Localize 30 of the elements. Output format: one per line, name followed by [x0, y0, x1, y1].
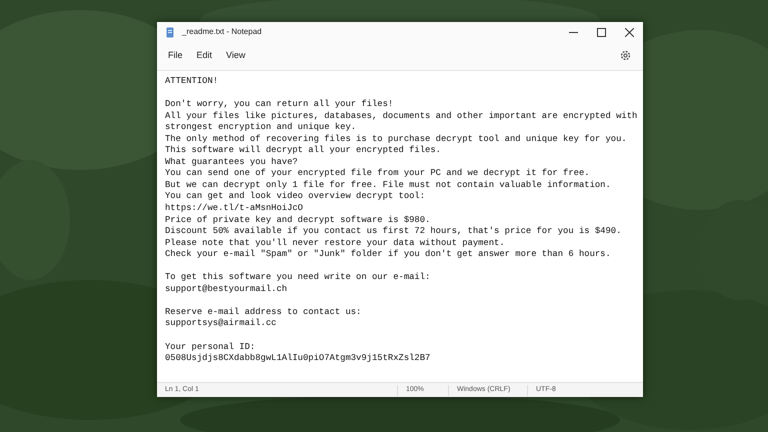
text-line: support@bestyourmail.ch: [165, 284, 288, 296]
notepad-icon: [166, 26, 174, 38]
menu-item[interactable]: File: [161, 47, 190, 65]
text-line: strongest encryption and unique key.: [165, 122, 356, 134]
menu-item[interactable]: Edit: [190, 47, 220, 65]
text-line: Your personal ID:: [165, 342, 256, 354]
text-area[interactable]: [157, 70, 643, 382]
text-line: The only method of recovering files is to purchase decrypt tool and unique key for you.: [165, 134, 627, 146]
text-line: To get this software you need write on our e-mail:: [165, 272, 430, 284]
maximize-icon: [596, 28, 606, 36]
text-line: Price of private key and decrypt software is $980.: [165, 214, 430, 226]
text-line: You can send one of your encrypted file from your PC and we decrypt it for free.: [165, 168, 590, 180]
settings-icon[interactable]: [620, 50, 631, 62]
text-line: Reserve e-mail address to contact us:: [165, 306, 362, 318]
text-line: 0508Usjdjs8CXdabb8gwL1AlIu0piO7Atgm3v9j15tRxZsl2B7: [165, 353, 430, 365]
text-line: Don't worry, you can return all your files!: [165, 99, 394, 111]
text-line: What guarantees you have?: [165, 156, 298, 168]
text-line: Check your e-mail "Spam" or "Junk" folder if you don't get answer more than 6 hours.: [165, 249, 611, 261]
text-line: You can get and look video overview decrypt tool:: [165, 191, 426, 204]
text-line: But we can decrypt only 1 file for free. File must not contain valuable information.: [165, 180, 611, 192]
window-title: _readme.txt - Notepad: [182, 26, 262, 38]
menu-item[interactable]: View: [219, 47, 252, 65]
text-line: https://we.tl/t-aMsnHoiJcO: [165, 203, 303, 215]
text-line: ATTENTION!: [165, 76, 218, 88]
text-line: Please note that you'll never restore your data without payment.: [165, 238, 505, 250]
text-line: This software will decrypt all your encrypted files.: [165, 145, 441, 157]
text-line: Discount 50% available if you contact us first 72 hours, that's price for you is $490.: [165, 226, 622, 238]
text-line: All your files like pictures, databases, documents and other important are encrypted with: [165, 110, 638, 122]
close-icon: [624, 28, 634, 36]
text-line: supportsys@airmail.cc: [165, 318, 276, 330]
